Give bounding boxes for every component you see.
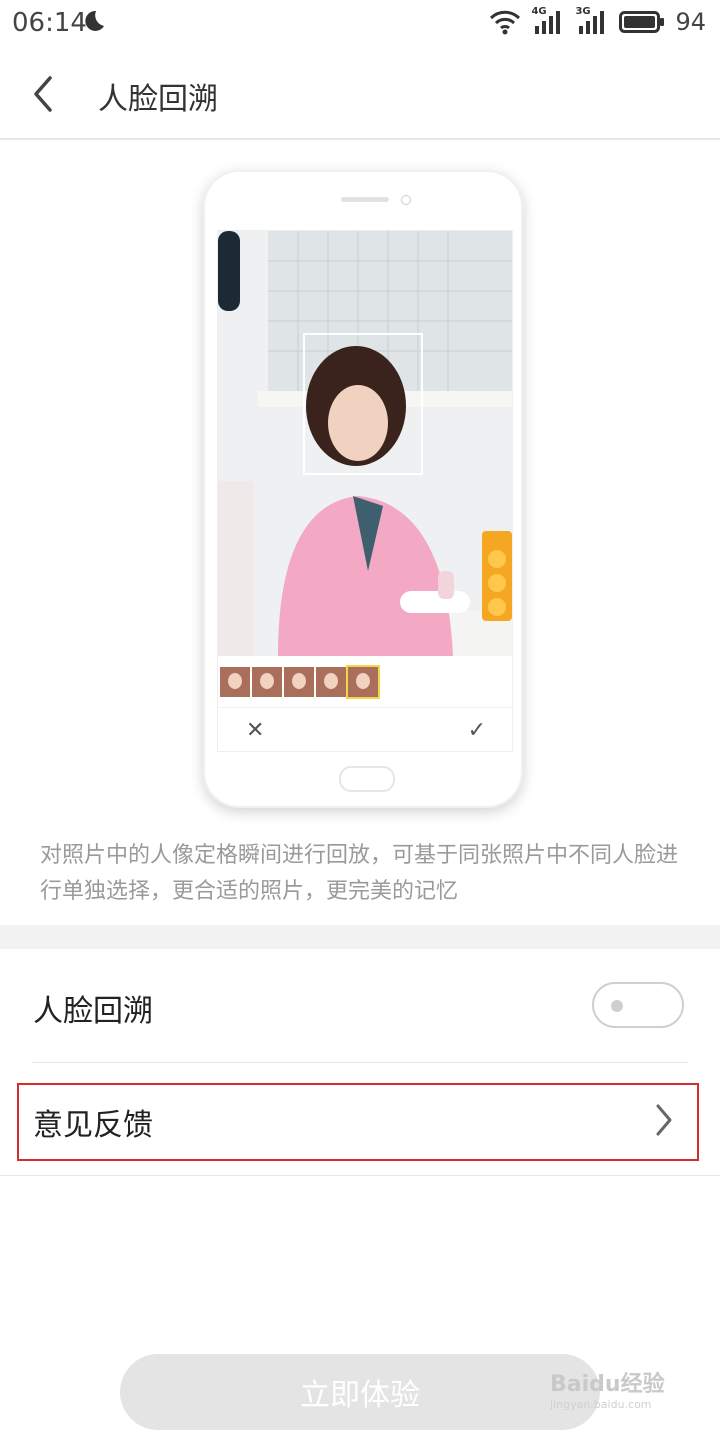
phone-home-button: [339, 766, 395, 792]
toggle-knob: [611, 1000, 623, 1012]
status-icons: 4G 3G 94: [489, 6, 706, 36]
face-thumbnail: [284, 667, 314, 697]
close-icon: ✕: [246, 718, 265, 743]
check-icon: ✓: [467, 718, 486, 743]
chevron-right-icon: [656, 1104, 672, 1136]
divider: [0, 1175, 720, 1176]
face-rewind-label: 人脸回溯: [33, 994, 153, 1029]
page-title: 人脸回溯: [98, 82, 218, 117]
battery-level: 94: [675, 8, 706, 36]
watermark-brand: Baidu经验: [550, 1372, 665, 1397]
moon-icon: [85, 10, 104, 31]
try-now-button[interactable]: 立即体验: [120, 1354, 600, 1430]
face-rewind-toggle[interactable]: [592, 982, 684, 1028]
watermark-url: jingyan.baidu.com: [550, 1398, 652, 1411]
phone-illustration: ✕ ✓: [203, 170, 523, 808]
header: 人脸回溯: [0, 48, 720, 140]
divider: [32, 1062, 688, 1063]
face-rewind-row[interactable]: 人脸回溯: [0, 950, 720, 1062]
face-thumbnail: [252, 667, 282, 697]
feature-description: 对照片中的人像定格瞬间进行回放，可基于同张照片中不同人脸进行单独选择，更合适的照…: [40, 843, 679, 904]
back-button[interactable]: [24, 72, 64, 116]
back-arrow-icon: [34, 76, 52, 112]
status-time: 06:14: [12, 8, 87, 38]
phone-speaker: [341, 197, 389, 202]
status-bar: 06:14 4G 3G 94: [0, 0, 720, 48]
sample-photo: [218, 231, 512, 656]
phone-action-bar: ✕ ✓: [218, 707, 512, 751]
face-thumbnail-selected: [346, 665, 380, 699]
network-type-2: 3G: [575, 6, 591, 17]
phone-screen: ✕ ✓: [217, 230, 513, 752]
network-type-1: 4G: [531, 6, 547, 17]
feedback-row[interactable]: 意见反馈: [0, 1064, 720, 1176]
face-thumbnails: [220, 665, 380, 699]
face-thumbnail: [316, 667, 346, 697]
wifi-icon: [490, 10, 521, 35]
signal-4g-icon: 4G: [531, 6, 565, 36]
feedback-label: 意见反馈: [33, 1108, 153, 1143]
face-thumbnail: [220, 667, 250, 697]
battery-icon: [619, 11, 665, 33]
phone-camera: [401, 195, 411, 205]
signal-3g-icon: 3G: [575, 6, 609, 36]
section-separator: [0, 925, 720, 949]
baidu-watermark: Baidu经验 jingyan.baidu.com: [550, 1366, 665, 1411]
